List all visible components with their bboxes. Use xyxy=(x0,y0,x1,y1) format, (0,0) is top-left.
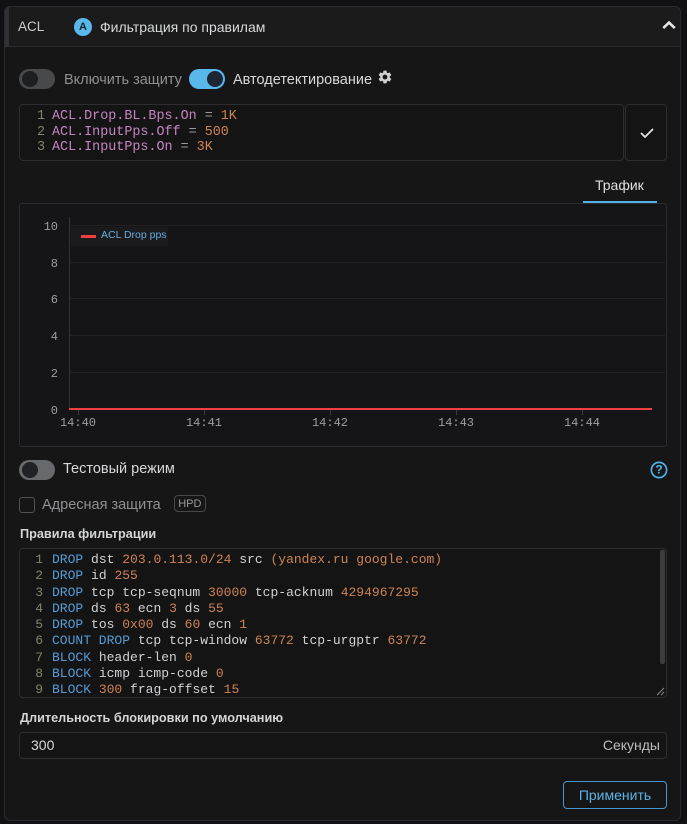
svg-text:?: ? xyxy=(655,463,662,477)
